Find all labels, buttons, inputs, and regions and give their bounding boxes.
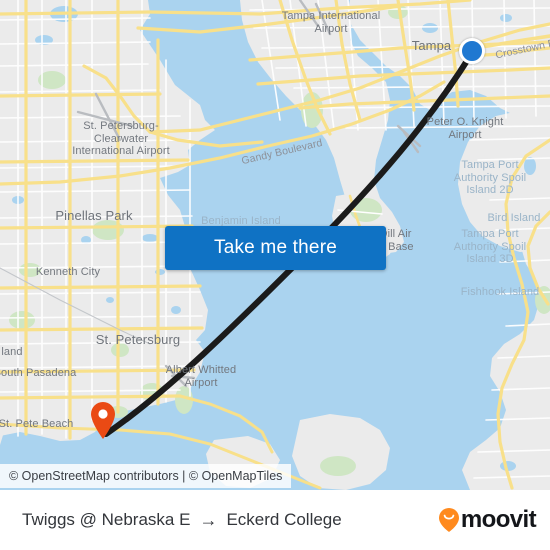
origin-marker[interactable] <box>459 38 485 64</box>
arrow-right-icon: → <box>199 509 218 530</box>
route-destination-label: Eckerd College <box>226 510 342 529</box>
route-origin-label: Twiggs @ Nebraska E <box>22 510 191 529</box>
map-attribution[interactable]: © OpenStreetMap contributors | © OpenMap… <box>0 464 292 488</box>
moovit-logo[interactable]: moovit <box>438 506 537 534</box>
take-me-there-button[interactable]: Take me there <box>165 226 386 270</box>
map-canvas[interactable]: Tampa International Airport Tampa Crosstow… <box>0 0 550 490</box>
attribution-text: © OpenStreetMap contributors | © OpenMap… <box>9 469 283 483</box>
moovit-pin-icon <box>438 508 459 532</box>
map-pin-icon <box>91 402 115 439</box>
map-screen: Tampa International Airport Tampa Crosstow… <box>0 0 550 550</box>
footer-bar: Twiggs @ Nebraska E → Eckerd College moo… <box>0 490 550 550</box>
moovit-wordmark: moovit <box>460 506 537 533</box>
route-summary: Twiggs @ Nebraska E → Eckerd College <box>22 510 342 531</box>
destination-marker[interactable] <box>88 400 118 440</box>
